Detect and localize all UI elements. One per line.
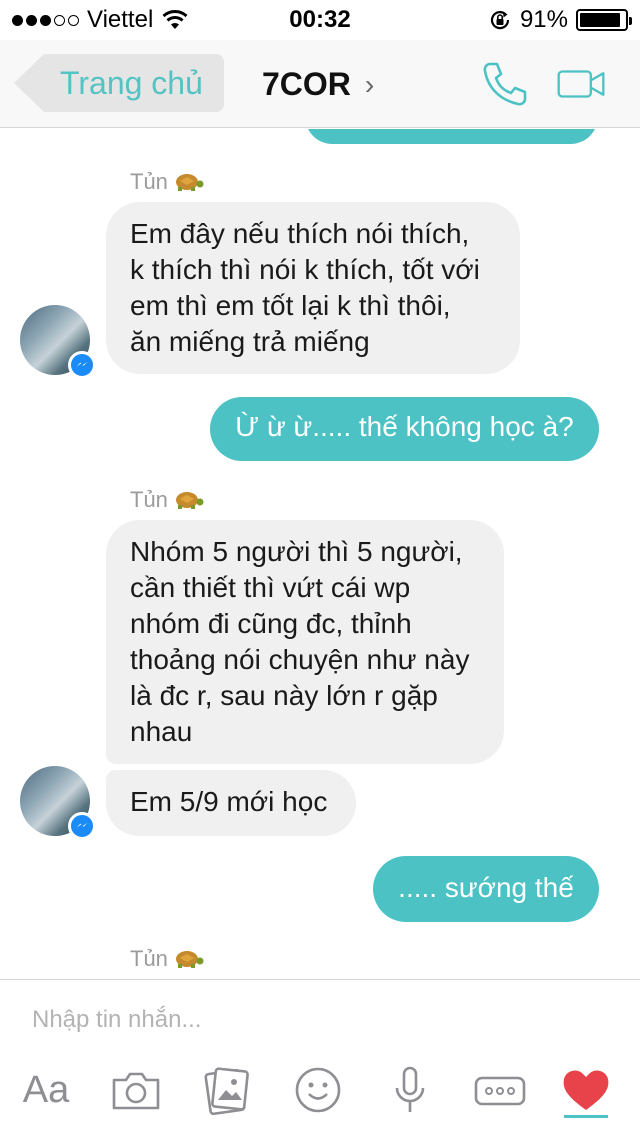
message-bubble-incoming[interactable]: Em đây nếu thích nói thích, k thích thì …: [106, 202, 520, 374]
avatar[interactable]: [20, 766, 96, 840]
conversation-title-text: 7COR: [262, 66, 351, 102]
emoji-icon[interactable]: [288, 1060, 348, 1120]
turtle-icon: [175, 951, 204, 968]
avatar[interactable]: [20, 305, 96, 379]
gallery-icon[interactable]: [196, 1060, 256, 1120]
sender-name: Tủn: [130, 946, 204, 972]
message-input[interactable]: Nhập tin nhắn...: [32, 1006, 201, 1034]
message-bubble-partial[interactable]: [305, 129, 598, 144]
message-bubble-outgoing[interactable]: Ừ ừ ừ..... thế không học à?: [210, 397, 599, 461]
wifi-icon: [162, 10, 188, 29]
camera-icon[interactable]: [106, 1060, 166, 1120]
back-button[interactable]: Trang chủ: [14, 54, 224, 112]
message-bubble-incoming[interactable]: Nhóm 5 người thì 5 người, cần thiết thì …: [106, 520, 504, 764]
message-list[interactable]: Tủn Em đây nếu thích nói thích, k thích …: [0, 129, 640, 979]
status-bar: Viettel 00:32 91%: [0, 0, 640, 40]
battery-icon: [576, 9, 632, 31]
compose-toolbar: Aa: [0, 1060, 640, 1130]
sender-name: Tủn: [130, 487, 204, 513]
aa-icon[interactable]: Aa: [16, 1060, 76, 1120]
aa-label: Aa: [22, 1068, 70, 1111]
rotation-lock-icon: [490, 11, 510, 30]
battery-percent: 91%: [519, 6, 568, 33]
chevron-right-icon: ›: [364, 68, 375, 100]
turtle-icon: [175, 492, 204, 509]
video-call-icon[interactable]: [556, 60, 606, 108]
messenger-badge-icon: [68, 812, 96, 840]
phone-icon[interactable]: [480, 60, 530, 108]
back-button-label: Trang chủ: [60, 64, 203, 101]
message-bubble-outgoing[interactable]: ..... sướng thế: [373, 856, 599, 922]
message-bubble-incoming[interactable]: Em 5/9 mới học: [106, 770, 356, 836]
turtle-icon: [175, 174, 204, 191]
heart-icon[interactable]: [556, 1060, 616, 1120]
conversation-header: Trang chủ 7COR ›: [0, 40, 640, 128]
sender-name: Tủn: [130, 169, 204, 195]
conversation-title[interactable]: 7COR ›: [262, 66, 374, 103]
messenger-badge-icon: [68, 351, 96, 379]
microphone-icon[interactable]: [380, 1060, 440, 1120]
signal-strength-icon: [12, 14, 79, 26]
carrier-name: Viettel: [87, 6, 154, 33]
compose-bar: Nhập tin nhắn... Aa: [0, 979, 640, 1136]
more-icon[interactable]: [470, 1060, 530, 1120]
